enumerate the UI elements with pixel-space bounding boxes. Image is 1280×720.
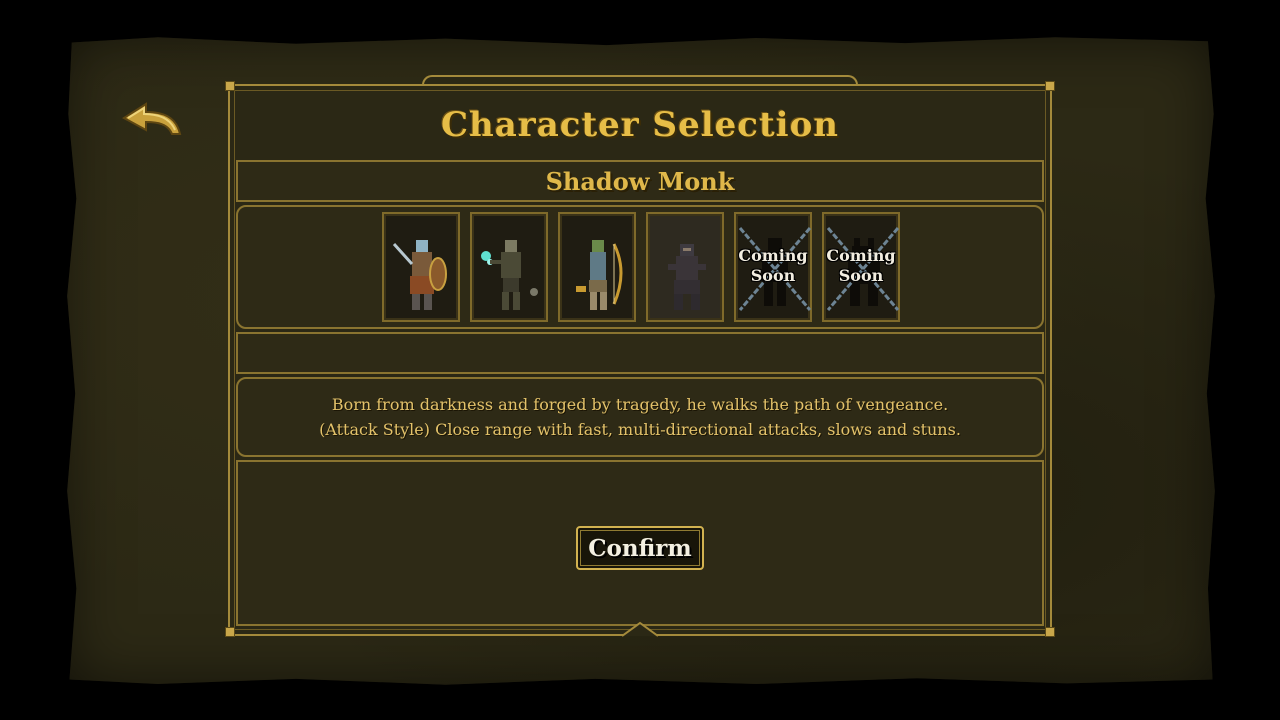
selected-character-name: Shadow Monk bbox=[236, 160, 1044, 202]
undead-mage-icon bbox=[481, 240, 538, 310]
hooded-monk-icon bbox=[668, 244, 706, 310]
character-card-archer[interactable] bbox=[558, 212, 636, 322]
confirm-button[interactable]: Confirm bbox=[576, 526, 704, 570]
description-lore: Born from darkness and forged by tragedy… bbox=[331, 395, 949, 414]
stats-row bbox=[236, 332, 1044, 374]
character-card-locked[interactable]: Coming Soon bbox=[822, 212, 900, 322]
frame-corner bbox=[225, 627, 235, 637]
archer-with-bow-icon bbox=[576, 240, 623, 310]
coming-soon-label: Coming Soon bbox=[738, 246, 808, 285]
description-attack-style: (Attack Style) Close range with fast, mu… bbox=[319, 420, 961, 439]
knight-with-shield-icon bbox=[392, 240, 447, 310]
character-card-shadow-monk[interactable] bbox=[646, 212, 724, 322]
frame-corner bbox=[1045, 81, 1055, 91]
character-row: Coming Soon Coming Soon bbox=[382, 212, 902, 322]
back-arrow-icon[interactable] bbox=[118, 98, 184, 142]
character-card-undead-mage[interactable] bbox=[470, 212, 548, 322]
frame-bottom-ornament bbox=[621, 621, 659, 637]
character-description: Born from darkness and forged by tragedy… bbox=[236, 377, 1044, 457]
screen-title: Character Selection bbox=[441, 105, 839, 145]
frame-corner bbox=[225, 81, 235, 91]
character-card-knight[interactable] bbox=[382, 212, 460, 322]
frame-corner bbox=[1045, 627, 1055, 637]
character-card-locked[interactable]: Coming Soon bbox=[734, 212, 812, 322]
coming-soon-label: Coming Soon bbox=[826, 246, 896, 285]
